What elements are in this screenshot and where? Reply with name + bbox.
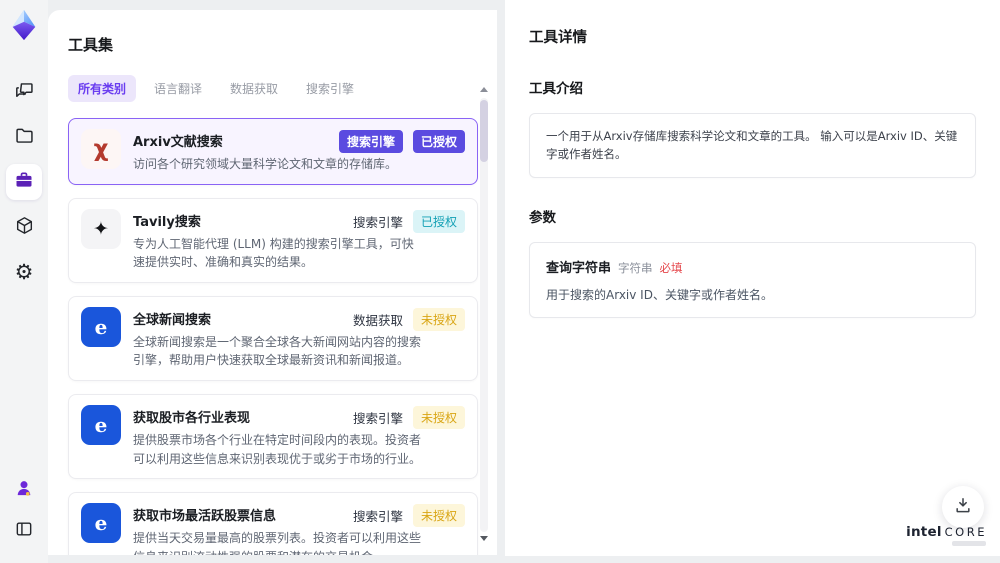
chat-icon [14,80,35,105]
collapse-panel-button[interactable] [6,513,42,549]
parameter-card: 查询字符串 字符串 必填 用于搜索的Arxiv ID、关键字或作者姓名。 [529,241,976,318]
category-tabs: 所有类别 语言翻译 数据获取 搜索引擎 [68,75,497,102]
sidebar-item-models[interactable] [6,209,42,245]
briefcase-icon [14,170,34,194]
tool-desc: 访问各个研究领域大量科学论文和文章的存储库。 [133,157,398,171]
page-title: 工具集 [68,36,114,54]
param-type: 字符串 [618,260,653,275]
auth-status-badge: 已授权 [412,130,465,153]
tool-card-arxiv[interactable]: χ Arxiv文献搜索 访问各个研究领域大量科学论文和文章的存储库。 搜索引擎 … [68,118,478,185]
auth-status-badge: 未授权 [412,405,465,429]
user-avatar[interactable] [6,476,42,504]
tool-card-sector-performance[interactable]: e 获取股市各行业表现 提供股票市场各个行业在特定时间段内的表现。投资者可以利用… [68,393,478,480]
sidebar-item-settings[interactable]: ⚙ [6,254,42,290]
tavily-star-icon: ✦ [81,208,121,249]
params-heading: 参数 [529,209,556,226]
tool-desc: 全球新闻搜索是一个聚合全球各大新闻网站内容的搜索引擎，帮助用户快速获取全球最新资… [133,334,422,368]
tool-card-active-stocks[interactable]: e 获取市场最活跃股票信息 提供当天交易量最高的股票列表。投资者可以利用这些信息… [68,492,478,555]
sidebar-item-tools[interactable] [6,164,42,200]
scrollbar-track[interactable] [480,98,488,532]
tab-all-categories[interactable]: 所有类别 [68,75,137,102]
tool-intro-card: 一个用于从Arxiv存储库搜索科学论文和文章的工具。 输入可以是Arxiv ID… [529,113,976,178]
core-wordmark: core [944,525,987,539]
tool-category: 搜索引擎 [352,509,403,525]
sidebar-bottom [6,476,42,563]
sidebar-item-files[interactable] [6,119,42,155]
tab-language-translation[interactable]: 语言翻译 [144,75,212,102]
tool-desc: 提供股票市场各个行业在特定时间段内的表现。投资者可以利用这些信息来识别表现优于或… [133,432,422,466]
scrollbar-down-arrow[interactable] [480,536,488,541]
tool-desc: 专为人工智能代理 (LLM) 构建的搜索引擎工具，可快速提供实时、准确和真实的结… [133,236,414,270]
param-desc: 用于搜索的Arxiv ID、关键字或作者姓名。 [546,287,773,302]
tab-data-fetch[interactable]: 数据获取 [220,75,288,102]
tool-category: 数据获取 [352,312,403,328]
tool-desc: 提供当天交易量最高的股票列表。投资者可以利用这些信息来识别流动性强的股票和潜在的… [133,531,422,555]
tool-details-panel: 工具详情 工具介绍 一个用于从Arxiv存储库搜索科学论文和文章的工具。 输入可… [505,0,1000,556]
param-name: 查询字符串 [546,260,612,276]
panel-layout-icon [14,519,34,543]
category-badge: 搜索引擎 [338,130,403,153]
avatar-person-icon [14,478,34,502]
tool-category: 搜索引擎 [352,410,403,426]
tools-list-panel: 工具集 所有类别 语言翻译 数据获取 搜索引擎 χ Arxiv文献搜索 访问各个… [48,10,497,555]
tool-intro-text: 一个用于从Arxiv存储库搜索科学论文和文章的工具。 输入可以是Arxiv ID… [546,129,958,162]
auth-status-badge: 已授权 [412,209,465,233]
cube-icon [14,215,35,240]
app-sidebar: ⚙ [0,0,48,563]
auth-status-badge: 未授权 [412,307,465,331]
arxiv-logo-icon: χ [81,129,121,169]
tool-category: 搜索引擎 [352,214,403,230]
news-provider-icon: e [81,306,121,347]
tool-card-global-news[interactable]: e 全球新闻搜索 全球新闻搜索是一个聚合全球各大新闻网站内容的搜索引擎，帮助用户… [68,295,478,381]
finance-provider-icon: e [81,404,121,445]
gear-icon: ⚙ [14,259,34,284]
auth-status-badge: 未授权 [412,504,465,528]
download-button[interactable] [942,486,984,528]
scrollbar-up-arrow[interactable] [480,87,488,92]
intel-core-logo: intel core [906,524,987,540]
finance-provider-icon: e [81,503,121,544]
intel-wordmark: intel [906,524,942,540]
tool-card-list: χ Arxiv文献搜索 访问各个研究领域大量科学论文和文章的存储库。 搜索引擎 … [68,118,478,555]
intro-heading: 工具介绍 [529,81,583,97]
tab-search-engine[interactable]: 搜索引擎 [296,75,364,102]
intel-logo-sub-mark [952,541,986,546]
download-icon [953,495,973,519]
folder-icon [14,125,35,150]
app-logo-icon [7,8,41,42]
scrollbar-thumb[interactable] [480,100,488,162]
param-required-badge: 必填 [659,260,683,275]
tool-card-tavily[interactable]: ✦ Tavily搜索 专为人工智能代理 (LLM) 构建的搜索引擎工具，可快速提… [68,197,478,283]
details-title: 工具详情 [529,30,587,46]
sidebar-item-chat[interactable] [6,74,42,110]
